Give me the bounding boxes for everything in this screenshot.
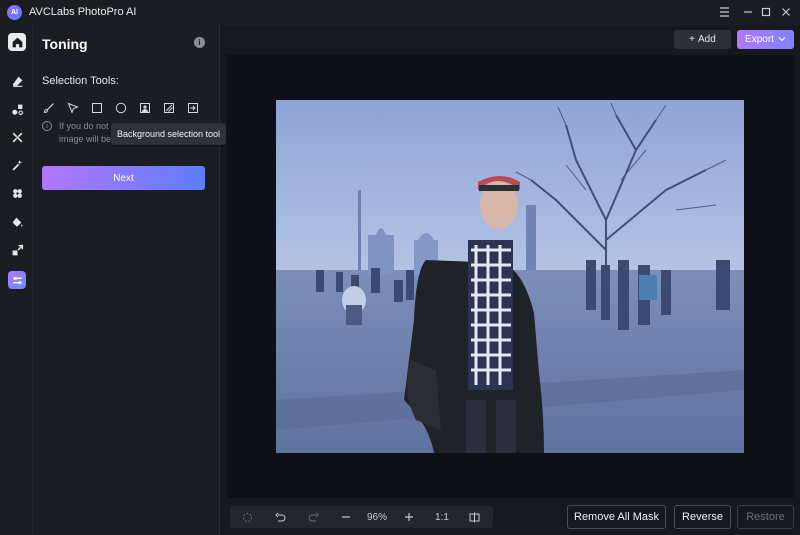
import-mask-icon[interactable]: [186, 101, 199, 114]
hint-text-line2: image will be: [59, 134, 112, 144]
add-label: Add: [698, 34, 716, 45]
app-logo: AI: [7, 5, 22, 20]
rectangle-select-icon[interactable]: [90, 101, 103, 114]
compare-icon[interactable]: [465, 506, 483, 528]
remove-all-mask-button[interactable]: Remove All Mask: [567, 505, 666, 529]
background-select-icon[interactable]: [162, 101, 175, 114]
resize-icon[interactable]: [8, 241, 26, 259]
maximize-icon[interactable]: [758, 4, 774, 20]
toning-icon[interactable]: [8, 271, 26, 289]
pan-icon[interactable]: [238, 506, 256, 528]
selection-tools-label: Selection Tools:: [42, 75, 119, 87]
app-title: AVCLabs PhotoPro AI: [29, 6, 137, 18]
hint-text-line1: If you do not: [59, 121, 109, 131]
toning-panel: Toning i Selection Tools: i If you do no…: [33, 25, 226, 535]
paint-bucket-icon[interactable]: [8, 213, 26, 231]
chevron-down-icon: [778, 34, 786, 45]
brush-icon[interactable]: [42, 101, 55, 114]
panel-title: Toning: [42, 36, 88, 52]
photo-preview[interactable]: [276, 100, 744, 453]
selection-tools: [42, 101, 199, 114]
zoom-in-icon[interactable]: [400, 506, 418, 528]
zoom-out-icon[interactable]: [337, 506, 355, 528]
magic-icon[interactable]: [8, 156, 26, 174]
tool-rail: [0, 25, 33, 535]
ellipse-select-icon[interactable]: [114, 101, 127, 114]
shapes-icon[interactable]: [8, 100, 26, 118]
redo-icon[interactable]: [304, 506, 322, 528]
hint-info-icon: i: [42, 121, 52, 131]
restore-button[interactable]: Restore: [737, 505, 794, 529]
export-button[interactable]: Export: [737, 30, 794, 49]
flower-icon[interactable]: [8, 184, 26, 202]
next-button[interactable]: Next: [42, 166, 205, 190]
add-button[interactable]: + Add: [674, 30, 731, 49]
zoom-level: 96%: [366, 511, 387, 523]
info-icon[interactable]: i: [194, 37, 205, 48]
undo-icon[interactable]: [271, 506, 289, 528]
reverse-button[interactable]: Reverse: [674, 505, 731, 529]
menu-icon[interactable]: [716, 4, 732, 20]
export-label: Export: [745, 34, 774, 45]
home-icon[interactable]: [8, 33, 26, 51]
title-bar: AI AVCLabs PhotoPro AI: [0, 0, 800, 25]
eraser-icon[interactable]: [8, 72, 26, 90]
enhance-icon[interactable]: [8, 128, 26, 146]
actual-size-button[interactable]: 1:1: [430, 506, 454, 528]
tooltip: Background selection tool: [111, 123, 226, 145]
pointer-select-icon[interactable]: [66, 101, 79, 114]
minimize-icon[interactable]: [740, 4, 756, 20]
close-icon[interactable]: [778, 4, 794, 20]
plus-icon: +: [689, 34, 696, 45]
portrait-select-icon[interactable]: [138, 101, 151, 114]
